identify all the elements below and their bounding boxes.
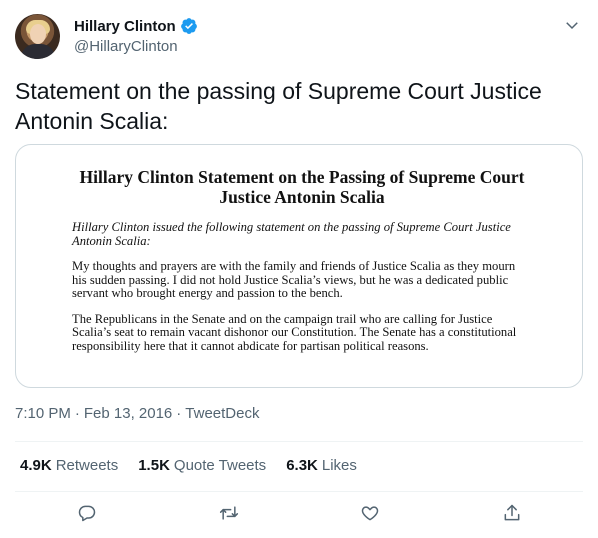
likes-count: 6.3K: [286, 457, 318, 474]
document-title: Hillary Clinton Statement on the Passing…: [79, 167, 525, 207]
share-icon: [502, 503, 522, 528]
retweets-label: Retweets: [55, 457, 119, 474]
reply-button[interactable]: [72, 500, 102, 530]
tweet-source[interactable]: TweetDeck: [185, 405, 259, 422]
avatar[interactable]: [15, 14, 60, 59]
name-row: Hillary Clinton: [74, 15, 198, 37]
quote-tweets-label: Quote Tweets: [173, 457, 267, 474]
divider: [15, 491, 583, 492]
retweets-stat[interactable]: 4.9K Retweets: [20, 457, 118, 474]
tweet-date[interactable]: Feb 13, 2016: [84, 405, 172, 422]
like-icon: [360, 503, 380, 528]
document-intro: Hillary Clinton issued the following sta…: [72, 220, 511, 248]
action-bar: [0, 500, 598, 530]
avatar-body: [21, 44, 55, 59]
author-info: Hillary Clinton @HillaryClinton: [74, 15, 198, 55]
meta-separator: ·: [176, 405, 182, 422]
reply-icon: [77, 503, 97, 528]
retweet-icon: [219, 503, 239, 528]
retweets-count: 4.9K: [20, 457, 52, 474]
display-name[interactable]: Hillary Clinton: [74, 18, 176, 35]
quote-tweets-stat[interactable]: 1.5K Quote Tweets: [138, 457, 266, 474]
tweet-header: Hillary Clinton @HillaryClinton: [15, 14, 585, 60]
quote-tweets-count: 1.5K: [138, 457, 170, 474]
engagement-stats: 4.9K Retweets 1.5K Quote Tweets 6.3K Lik…: [20, 457, 357, 474]
like-button[interactable]: [355, 500, 385, 530]
retweet-button[interactable]: [214, 500, 244, 530]
verified-badge-icon: [180, 17, 198, 35]
avatar-face: [30, 24, 46, 44]
divider: [15, 441, 583, 442]
document-paragraph: The Republicans in the Senate and on the…: [72, 311, 517, 353]
tweet: Hillary Clinton @HillaryClinton Statemen…: [0, 0, 598, 538]
statement-document: Hillary Clinton Statement on the Passing…: [72, 167, 532, 353]
handle[interactable]: @HillaryClinton: [74, 38, 198, 55]
attached-image[interactable]: Hillary Clinton Statement on the Passing…: [15, 144, 583, 388]
tweet-text: Statement on the passing of Supreme Cour…: [15, 78, 542, 134]
chevron-down-icon[interactable]: [563, 16, 581, 34]
tweet-meta: 7:10 PM · Feb 13, 2016 · TweetDeck: [15, 405, 259, 422]
meta-separator: ·: [74, 405, 80, 422]
tweet-time[interactable]: 7:10 PM: [15, 405, 71, 422]
likes-stat[interactable]: 6.3K Likes: [286, 457, 357, 474]
likes-label: Likes: [321, 457, 357, 474]
share-button[interactable]: [497, 500, 527, 530]
document-paragraph: My thoughts and prayers are with the fam…: [72, 259, 516, 300]
